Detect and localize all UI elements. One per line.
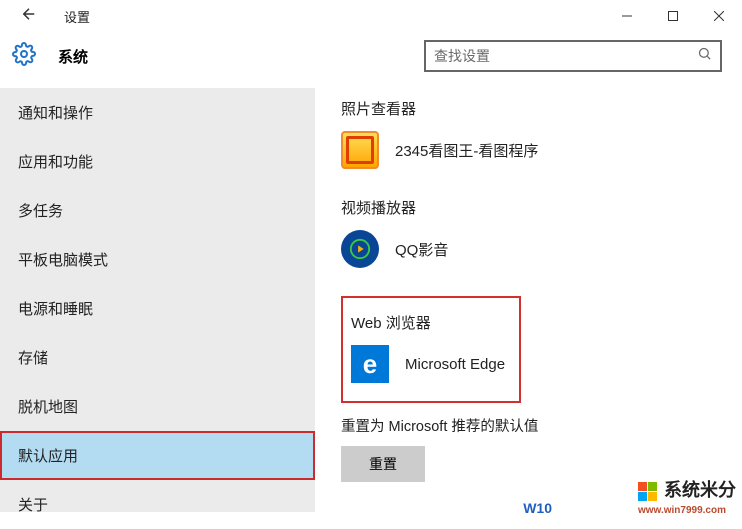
app-row-video[interactable]: QQ影音 [341, 230, 742, 268]
sidebar-item-about[interactable]: 关于 [0, 480, 315, 529]
app-name-browser: Microsoft Edge [405, 356, 505, 373]
app-icon-qq [341, 230, 379, 268]
maximize-button[interactable] [650, 0, 696, 32]
page-title: 系统 [58, 46, 88, 67]
sidebar-item-label: 关于 [18, 497, 48, 514]
sidebar-item-label: 应用和功能 [18, 154, 93, 171]
reset-text: 重置为 Microsoft 推荐的默认值 [341, 415, 742, 436]
sidebar-item-label: 多任务 [18, 203, 63, 220]
sidebar-item-apps[interactable]: 应用和功能 [0, 137, 315, 186]
watermark: 系统米分 www.win7999.com [638, 476, 736, 502]
gear-icon [12, 42, 36, 71]
watermark-url: www.win7999.com [638, 505, 726, 516]
section-video-player: 视频播放器 [341, 197, 742, 218]
search-icon [697, 46, 712, 66]
sidebar-item-notifications[interactable]: 通知和操作 [0, 88, 315, 137]
sidebar-item-label: 通知和操作 [18, 105, 93, 122]
sidebar-item-label: 平板电脑模式 [18, 252, 108, 269]
sidebar-item-tablet[interactable]: 平板电脑模式 [0, 235, 315, 284]
close-button[interactable] [696, 0, 742, 32]
watermark-text: 系统米分 [664, 480, 736, 500]
watermark-w: W10 [523, 500, 552, 516]
sidebar-item-label: 脱机地图 [18, 399, 78, 416]
app-row-browser[interactable]: e Microsoft Edge [351, 345, 505, 383]
sidebar-item-default-apps[interactable]: 默认应用 [0, 431, 315, 480]
reset-button[interactable]: 重置 [341, 446, 425, 482]
sidebar-item-storage[interactable]: 存储 [0, 333, 315, 382]
minimize-button[interactable] [604, 0, 650, 32]
sidebar-item-multitask[interactable]: 多任务 [0, 186, 315, 235]
search-box[interactable] [424, 40, 722, 72]
back-button[interactable] [12, 1, 46, 32]
sidebar: 通知和操作 应用和功能 多任务 平板电脑模式 电源和睡眠 存储 脱机地图 默认应… [0, 88, 315, 512]
sidebar-item-power[interactable]: 电源和睡眠 [0, 284, 315, 333]
app-name-photo: 2345看图王-看图程序 [395, 140, 538, 161]
search-input[interactable] [434, 48, 697, 64]
app-name-video: QQ影音 [395, 239, 448, 260]
section-web-browser: Web 浏览器 [351, 312, 505, 333]
window-title: 设置 [64, 7, 90, 26]
highlight-web-browser: Web 浏览器 e Microsoft Edge [341, 296, 521, 403]
sidebar-item-label: 默认应用 [18, 448, 78, 465]
sidebar-item-label: 电源和睡眠 [18, 301, 93, 318]
sidebar-item-label: 存储 [18, 350, 48, 367]
reset-section: 重置为 Microsoft 推荐的默认值 重置 [341, 415, 742, 482]
app-icon-2345 [341, 131, 379, 169]
sidebar-item-maps[interactable]: 脱机地图 [0, 382, 315, 431]
section-photo-viewer: 照片查看器 [341, 98, 742, 119]
microsoft-logo-icon [638, 482, 657, 501]
main-panel: 照片查看器 2345看图王-看图程序 视频播放器 QQ影音 Web 浏览器 e … [315, 88, 742, 512]
app-row-photo[interactable]: 2345看图王-看图程序 [341, 131, 742, 169]
app-icon-edge: e [351, 345, 389, 383]
